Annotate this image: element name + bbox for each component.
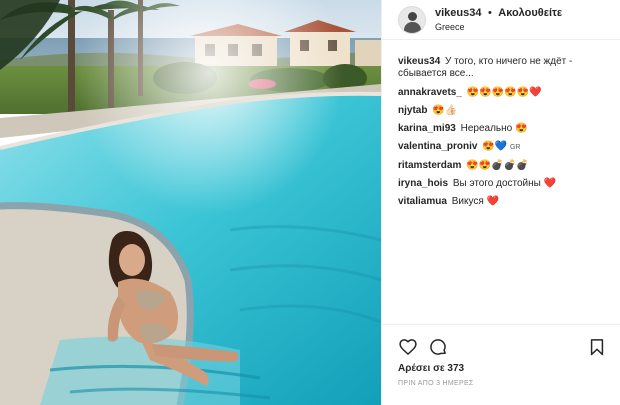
heart-icon[interactable] — [398, 337, 418, 357]
caption-username[interactable]: vikeus34 — [398, 56, 440, 67]
location-link[interactable]: Greece — [435, 20, 562, 34]
comment-text: Вы этого достойны — [452, 178, 541, 189]
post-header: vikeus34 • Ακολουθείτε Greece — [382, 0, 620, 40]
comment-item: iryna_hois Вы этого достойны ❤️ — [398, 178, 610, 190]
comment-item: karina_mi93 Нереально 😍 — [398, 123, 610, 135]
comment-username[interactable]: karina_mi93 — [398, 123, 456, 134]
avatar-body-shape — [404, 21, 421, 33]
comment-item: vitaliamua Викуся ❤️ — [398, 196, 610, 208]
comment-username[interactable]: vitaliamua — [398, 196, 447, 207]
comment-emoji: 😍👍🏻 — [432, 105, 458, 116]
bookmark-icon[interactable] — [587, 337, 607, 357]
header-text: vikeus34 • Ακολουθείτε Greece — [435, 5, 562, 34]
comment-item: ritamsterdam 😍😍💣💣💣 — [398, 160, 610, 172]
comment-suffix-text: GR — [509, 144, 521, 151]
comment-emoji: ❤️ — [486, 196, 499, 207]
post-footer: Αρέσει σε 373 ΠΡΙΝ ΑΠΟ 3 ΗΜΕΡΕΣ — [382, 324, 620, 387]
comment-username[interactable]: annakravets_ — [398, 87, 462, 98]
following-button[interactable]: Ακολουθείτε — [498, 7, 562, 19]
separator-dot: • — [487, 7, 492, 19]
comment-username[interactable]: njytab — [398, 105, 427, 116]
pool-scene-image — [0, 0, 381, 405]
instagram-post: vikeus34 • Ακολουθείτε Greece vikeus34 У… — [0, 0, 620, 405]
comment-username[interactable]: iryna_hois — [398, 178, 448, 189]
comment-item: annakravets_ 😍😍😍😍😍❤️ — [398, 87, 610, 99]
post-photo[interactable] — [0, 0, 381, 405]
comment-emoji: 😍😍💣💣💣 — [466, 160, 529, 171]
comment-username[interactable]: valentina_proniv — [398, 141, 477, 152]
comment-emoji: 😍 — [515, 123, 528, 134]
comment-text: Нереально — [460, 123, 513, 134]
caption: vikeus34 У того, кто ничего не ждёт - сб… — [398, 56, 610, 80]
comment-item: valentina_proniv 😍💙 GR — [398, 141, 610, 154]
comment-item: njytab 😍👍🏻 — [398, 105, 610, 117]
comment-text: Викуся — [451, 196, 484, 207]
author-username[interactable]: vikeus34 — [435, 7, 481, 19]
comment-emoji: 😍😍😍😍😍❤️ — [466, 87, 542, 98]
post-details-panel: vikeus34 • Ακολουθείτε Greece vikeus34 У… — [381, 0, 620, 405]
avatar-head-shape — [408, 11, 417, 21]
post-timestamp[interactable]: ΠΡΙΝ ΑΠΟ 3 ΗΜΕΡΕΣ — [398, 380, 607, 387]
comments-list: vikeus34 У того, кто ничего не ждёт - сб… — [382, 40, 620, 208]
comment-username[interactable]: ritamsterdam — [398, 160, 461, 171]
comment-bubble-icon[interactable] — [428, 337, 448, 357]
avatar[interactable] — [398, 5, 426, 34]
action-bar — [398, 335, 607, 359]
likes-count[interactable]: Αρέσει σε 373 — [398, 363, 607, 374]
comment-emoji: 😍💙 — [482, 141, 508, 152]
comment-emoji: ❤️ — [543, 178, 557, 189]
